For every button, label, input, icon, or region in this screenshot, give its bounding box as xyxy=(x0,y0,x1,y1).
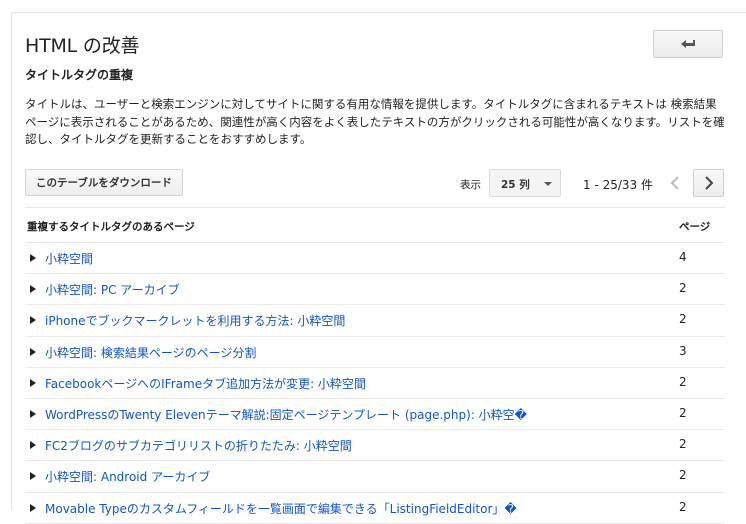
download-table-button[interactable]: このテーブルをダウンロード xyxy=(25,169,183,196)
duplicate-title-link[interactable]: FC2ブログのサブカテゴリリストの折りたたみ: 小粋空間 xyxy=(45,437,352,454)
page-count: 2 xyxy=(679,468,687,483)
chevron-down-icon xyxy=(544,182,552,186)
table-row: 小粋空間: Android アーカイブ 2 xyxy=(25,461,725,493)
page-count: 3 xyxy=(679,343,687,358)
table-row: FacebookページへのIFrameタブ追加方法が変更: 小粋空間 2 xyxy=(25,368,725,399)
page-count: 2 xyxy=(679,437,687,452)
page-title: HTML の改善 xyxy=(25,35,140,57)
duplicate-title-link[interactable]: 小粋空間: 検索結果ページのページ分割 xyxy=(45,344,256,361)
column-header-pages-with-duplicate-titles[interactable]: 重複するタイトルタグのあるページ xyxy=(27,219,195,234)
page-count: 4 xyxy=(679,250,687,264)
duplicate-title-link[interactable]: 小粋空間: Android アーカイブ xyxy=(45,468,210,485)
back-arrow-icon xyxy=(681,40,695,48)
page-count: 2 xyxy=(679,281,687,296)
expand-triangle-icon[interactable] xyxy=(30,472,36,481)
expand-triangle-icon[interactable] xyxy=(30,285,36,294)
rows-per-page-select[interactable]: 25 列 xyxy=(489,169,561,197)
table-row: FC2ブログのサブカテゴリリストの折りたたみ: 小粋空間 2 xyxy=(25,430,725,462)
description-text: タイトルは、ユーザーと検索エンジンに対してサイトに関する有用な情報を提供します。… xyxy=(25,97,725,146)
pagination-range: 1 - 25/33 件 xyxy=(583,178,653,192)
expand-triangle-icon[interactable] xyxy=(30,254,36,262)
table-row: iPhoneでブックマークレットを利用する方法: 小粋空間 2 xyxy=(25,305,725,337)
table-row: 小粋空間: 検索結果ページのページ分割 3 xyxy=(25,337,725,368)
duplicate-title-table: 重複するタイトルタグのあるページ ページ 小粋空間 4 小粋空間: PC アーカイブ… xyxy=(25,207,725,524)
section-subtitle: タイトルタグの重複 xyxy=(25,68,134,82)
next-page-button[interactable] xyxy=(693,169,724,197)
chevron-left-icon xyxy=(670,176,679,190)
chevron-right-icon xyxy=(704,176,713,190)
expand-triangle-icon[interactable] xyxy=(30,378,36,387)
expand-triangle-icon[interactable] xyxy=(30,347,36,356)
table-row: 小粋空間 4 xyxy=(25,243,725,275)
expand-triangle-icon[interactable] xyxy=(30,409,36,418)
back-button[interactable] xyxy=(653,30,723,58)
table-header: 重複するタイトルタグのあるページ ページ xyxy=(25,207,725,243)
table-row: Movable Typeのカスタムフィールドを一覧画面で編集できる「Listin… xyxy=(25,493,725,524)
expand-triangle-icon[interactable] xyxy=(30,503,36,512)
expand-triangle-icon[interactable] xyxy=(30,441,36,450)
duplicate-title-link[interactable]: 小粋空間: PC アーカイブ xyxy=(45,281,180,298)
table-row: 小粋空間: PC アーカイブ 2 xyxy=(25,274,725,306)
rows-per-page-label: 表示 xyxy=(460,179,481,191)
page-count: 2 xyxy=(679,499,687,514)
page-count: 2 xyxy=(679,405,687,420)
table-row: WordPressのTwenty Elevenテーマ解説:固定ページテンプレート… xyxy=(25,399,725,431)
table-body: 小粋空間 4 小粋空間: PC アーカイブ 2 iPhoneでブックマークレットを利用す… xyxy=(25,243,725,524)
duplicate-title-link[interactable]: WordPressのTwenty Elevenテーマ解説:固定ページテンプレート… xyxy=(45,406,527,423)
rows-per-page-value: 25 列 xyxy=(501,179,530,191)
top-divider xyxy=(11,12,746,13)
duplicate-title-link[interactable]: 小粋空間 xyxy=(45,250,93,267)
expand-triangle-icon[interactable] xyxy=(30,316,36,325)
duplicate-title-link[interactable]: Movable Typeのカスタムフィールドを一覧画面で編集できる「Listin… xyxy=(45,500,517,517)
previous-page-button[interactable] xyxy=(661,169,689,197)
left-divider xyxy=(11,12,12,510)
duplicate-title-link[interactable]: iPhoneでブックマークレットを利用する方法: 小粋空間 xyxy=(45,312,345,329)
column-header-page-count[interactable]: ページ xyxy=(679,219,710,234)
page-count: 2 xyxy=(679,312,687,327)
page-count: 2 xyxy=(679,374,687,389)
duplicate-title-link[interactable]: FacebookページへのIFrameタブ追加方法が変更: 小粋空間 xyxy=(45,375,366,392)
